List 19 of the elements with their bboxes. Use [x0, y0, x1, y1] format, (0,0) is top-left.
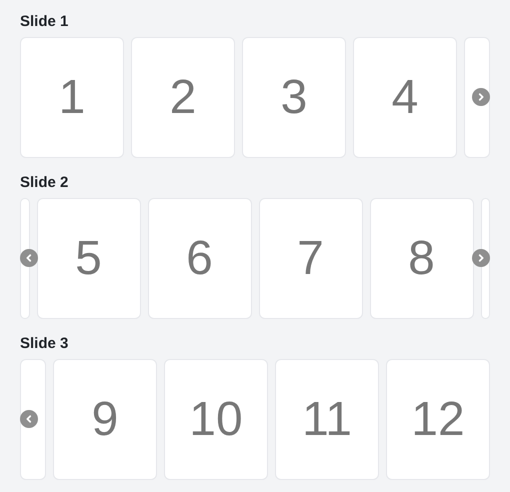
- next-icon[interactable]: [472, 249, 490, 267]
- slide-number: 9: [92, 392, 118, 447]
- previous-icon[interactable]: [20, 410, 38, 428]
- slide-number: 1: [58, 70, 86, 125]
- slide-number: 5: [75, 231, 102, 286]
- slide-number: 11: [302, 392, 352, 447]
- section-title: Slide 2: [20, 173, 70, 193]
- previous-icon[interactable]: [20, 249, 38, 267]
- slide-number: 6: [186, 231, 213, 286]
- slide-number: 8: [408, 231, 435, 286]
- slide-number: 4: [392, 70, 418, 125]
- slide-number: 2: [170, 70, 196, 125]
- slide-number: 3: [280, 70, 308, 125]
- next-icon[interactable]: [472, 88, 490, 106]
- section-title: Slide 3: [20, 334, 70, 354]
- slide-number: 7: [297, 231, 324, 286]
- slide-number: 10: [189, 392, 243, 447]
- slide-number: 12: [411, 392, 465, 447]
- section-title: Slide 1: [20, 12, 70, 32]
